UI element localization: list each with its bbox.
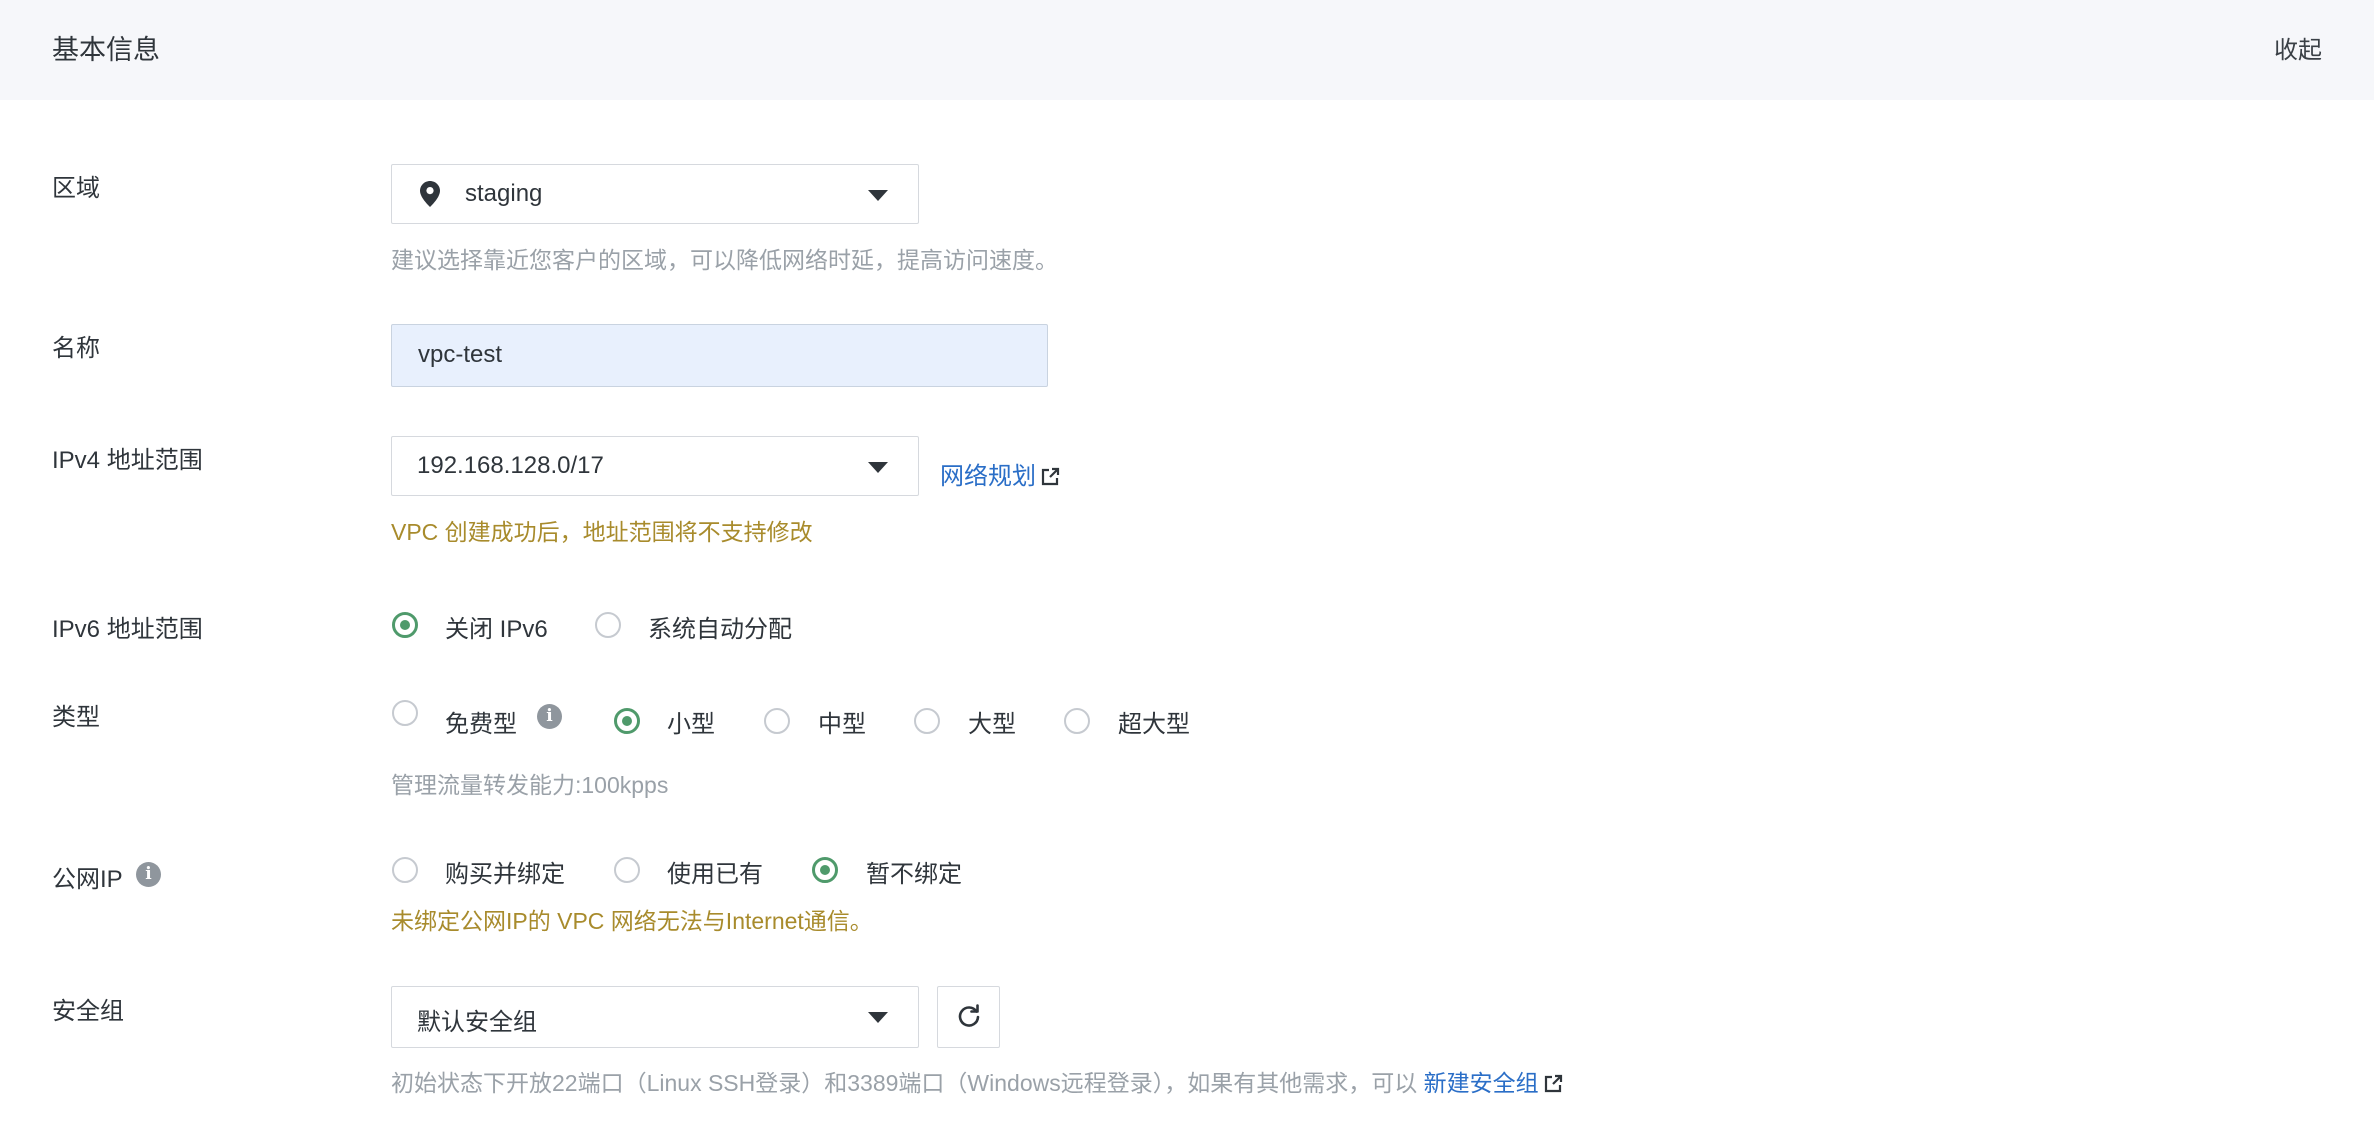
type-medium-label[interactable]: 中型: [818, 704, 866, 739]
name-field[interactable]: vpc-test: [391, 324, 1048, 387]
network-planning-link[interactable]: 网络规划: [940, 456, 1060, 494]
public-ip-existing-radio[interactable]: [614, 857, 640, 883]
ipv4-label: IPv4 地址范围: [52, 447, 203, 474]
type-small-radio[interactable]: [614, 708, 640, 734]
security-group-value: 默认安全组: [417, 1009, 537, 1036]
ipv6-auto-label[interactable]: 系统自动分配: [648, 609, 792, 644]
network-planning-link-text: 网络规划: [940, 463, 1036, 490]
security-group-hint-text: 初始状态下开放22端口（Linux SSH登录）和3389端口（Windows远…: [391, 1070, 1418, 1096]
new-security-group-link[interactable]: 新建安全组: [1424, 1070, 1539, 1096]
type-xlarge-label[interactable]: 超大型: [1118, 704, 1190, 739]
info-icon[interactable]: i: [136, 862, 161, 887]
security-group-select[interactable]: 默认安全组: [391, 986, 919, 1048]
region-hint: 建议选择靠近您客户的区域，可以降低网络时延，提高访问速度。: [391, 247, 1058, 273]
type-large-label[interactable]: 大型: [968, 704, 1016, 739]
chevron-down-icon: [868, 462, 888, 473]
type-small-label[interactable]: 小型: [667, 704, 715, 739]
public-ip-none-radio[interactable]: [812, 857, 838, 883]
external-link-icon: [1543, 1073, 1563, 1100]
chevron-down-icon: [868, 190, 888, 201]
name-value: vpc-test: [418, 341, 503, 368]
type-xlarge-radio[interactable]: [1064, 708, 1090, 734]
region-label: 区域: [52, 175, 100, 202]
public-ip-existing-label[interactable]: 使用已有: [667, 854, 763, 889]
public-ip-label: 公网IP: [52, 866, 123, 893]
ipv4-warning: VPC 创建成功后，地址范围将不支持修改: [391, 519, 813, 545]
type-hint: 管理流量转发能力:100kpps: [391, 772, 669, 798]
ipv4-select[interactable]: 192.168.128.0/17: [391, 436, 919, 496]
refresh-icon: [956, 1004, 982, 1035]
type-medium-radio[interactable]: [764, 708, 790, 734]
type-label: 类型: [52, 704, 100, 731]
public-ip-buy-radio[interactable]: [392, 857, 418, 883]
section-title: 基本信息: [52, 35, 160, 65]
type-free-label[interactable]: 免费型: [445, 704, 517, 739]
security-group-label: 安全组: [52, 998, 124, 1025]
ipv6-off-label[interactable]: 关闭 IPv6: [445, 609, 548, 644]
public-ip-none-label[interactable]: 暂不绑定: [866, 854, 962, 889]
section-header: 基本信息 收起: [0, 0, 2374, 100]
ipv6-auto-radio[interactable]: [595, 612, 621, 638]
ipv6-label: IPv6 地址范围: [52, 616, 203, 643]
region-select[interactable]: staging: [391, 164, 919, 224]
name-label: 名称: [52, 335, 100, 362]
external-link-icon: [1040, 466, 1060, 494]
location-pin-icon: [420, 181, 440, 212]
collapse-button[interactable]: 收起: [2274, 30, 2322, 65]
region-value: staging: [465, 180, 543, 207]
public-ip-warning: 未绑定公网IP的 VPC 网络无法与Internet通信。: [391, 908, 873, 934]
ipv6-off-radio[interactable]: [392, 612, 418, 638]
chevron-down-icon: [868, 1012, 888, 1023]
type-free-radio[interactable]: [392, 700, 418, 726]
type-large-radio[interactable]: [914, 708, 940, 734]
ipv4-value: 192.168.128.0/17: [417, 452, 604, 479]
info-icon[interactable]: i: [537, 704, 562, 729]
public-ip-buy-label[interactable]: 购买并绑定: [445, 854, 565, 889]
security-group-hint: 初始状态下开放22端口（Linux SSH登录）和3389端口（Windows远…: [391, 1064, 1563, 1100]
refresh-button[interactable]: [937, 986, 1000, 1048]
